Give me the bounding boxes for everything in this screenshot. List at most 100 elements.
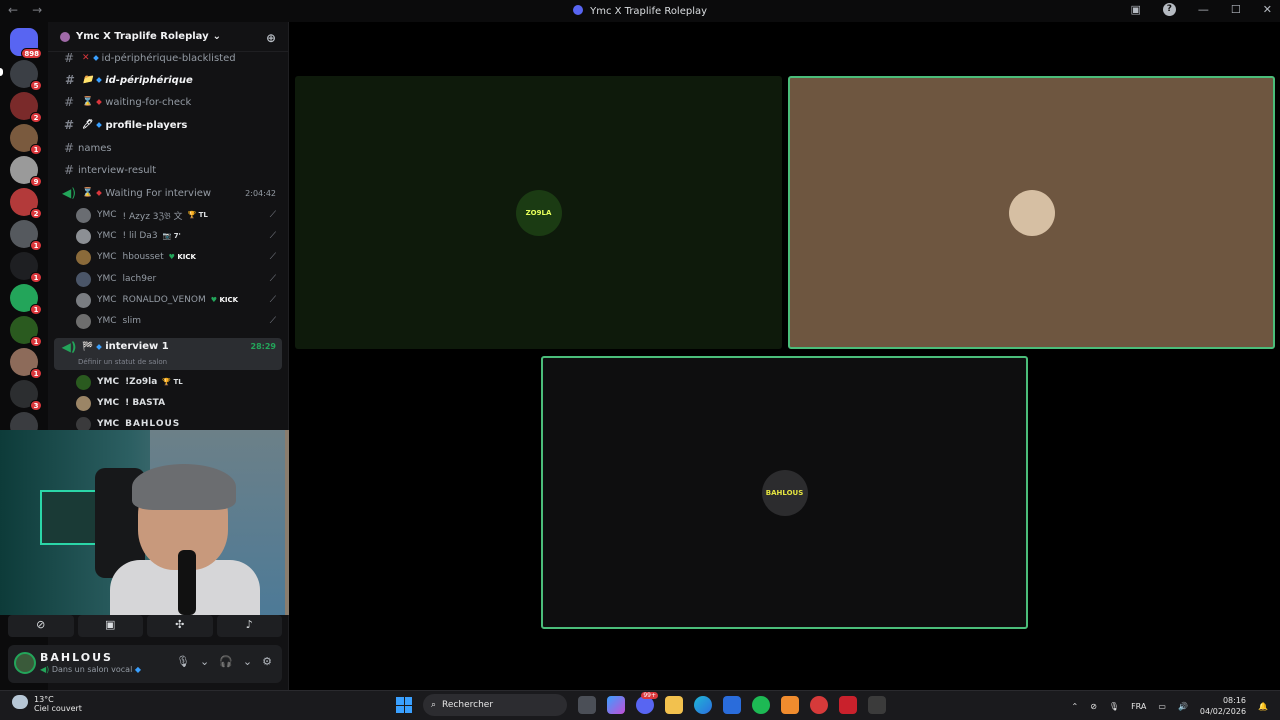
voice-controls: ⊘ ▣ ✣ ♪ xyxy=(8,615,282,637)
guild-icon[interactable]: 2 xyxy=(10,188,42,219)
language-indicator[interactable]: FRA xyxy=(1131,702,1146,711)
headphones-icon[interactable]: 🎧 xyxy=(219,655,233,668)
voice-member[interactable]: YMC RONALDO_VENOM ♥ KICK ⟋ xyxy=(76,290,282,310)
weather-widget[interactable]: 13°C Ciel couvert xyxy=(12,695,82,713)
deafened-icon: ⟋ xyxy=(269,295,276,305)
voice-channel-waiting[interactable]: ◀) ⌛ Waiting For interview 2:04:42 xyxy=(54,183,282,203)
webcam-person-cap xyxy=(132,464,236,510)
search-box[interactable]: ⌕ Rechercher xyxy=(423,694,567,716)
close-button[interactable]: ✕ xyxy=(1263,3,1272,16)
notifications-icon[interactable]: 🔔 xyxy=(1258,702,1268,711)
voice-timer: 2:04:42 xyxy=(245,188,276,198)
start-button[interactable] xyxy=(396,697,412,713)
participant-tile[interactable]: ZO9LA xyxy=(295,76,782,349)
member-tag-wrap: ♥ KICK xyxy=(211,296,238,304)
diamond-icon xyxy=(96,99,103,105)
store-icon[interactable] xyxy=(723,696,741,714)
microphone-icon[interactable]: 🎙 xyxy=(1109,702,1119,711)
avatar xyxy=(76,228,91,244)
chevron-down-icon[interactable]: ⌄ xyxy=(243,655,252,668)
guild-icon[interactable]: 2 xyxy=(10,92,42,123)
channel-name: names xyxy=(78,142,112,154)
voice-member[interactable]: YMC ! BASTA xyxy=(76,393,282,413)
participant-avatar: BAHLOUS xyxy=(761,469,808,516)
channel-item[interactable]: # names xyxy=(54,138,282,158)
guild-badge: 1 xyxy=(30,240,42,251)
taskbar-apps: ⌕ Rechercher 99+ xyxy=(396,692,886,716)
speaker-icon: ◀) xyxy=(62,186,76,200)
window-title: Ymc X Traplife Roleplay xyxy=(590,6,708,17)
camera-off-button[interactable]: ⊘ xyxy=(8,615,74,637)
app-icon[interactable] xyxy=(868,696,886,714)
copilot-icon[interactable] xyxy=(607,696,625,714)
member-prefix: YMC xyxy=(97,252,117,262)
voice-member[interactable]: YMC lach9er ⟋ xyxy=(76,269,282,289)
microphone-icon[interactable]: 🎙 xyxy=(176,655,190,668)
file-explorer-icon[interactable] xyxy=(665,696,683,714)
task-view-icon[interactable] xyxy=(578,696,596,714)
help-icon[interactable]: ? xyxy=(1162,3,1176,16)
add-member-icon[interactable]: ⊕ xyxy=(266,31,276,45)
deafened-icon: ⟋ xyxy=(269,210,276,220)
voice-channel-active[interactable]: ◀) 🏁 interview 1 28:29 Définir un statut… xyxy=(54,338,282,370)
discord-badge: 99+ xyxy=(641,692,658,699)
spotify-icon[interactable] xyxy=(752,696,770,714)
channel-item[interactable]: # ⌛ waiting-for-check xyxy=(54,92,282,112)
voice-member[interactable]: YMC ! lil Da3 📷 7' ⟋ xyxy=(76,226,282,246)
clock[interactable]: 08:16 04/02/2026 xyxy=(1200,695,1246,717)
taskbar: 13°C Ciel couvert ⌕ Rechercher 99+ ⌃ ⊘ 🎙 … xyxy=(0,690,1280,720)
guild-icon[interactable]: 1 xyxy=(10,124,42,155)
screen-share-button[interactable]: ▣ xyxy=(77,615,143,637)
hash-icon: # xyxy=(63,51,75,65)
participant-tile-speaking[interactable]: BAHLOUS xyxy=(541,356,1028,629)
guild-icon[interactable]: 1 xyxy=(10,284,42,315)
channel-item[interactable]: # ✕ id-périphérique-blacklisted xyxy=(54,48,282,68)
chevron-down-icon[interactable]: ⌄ xyxy=(200,655,209,668)
app-icon[interactable] xyxy=(839,696,857,714)
guild-icon[interactable]: 1 xyxy=(10,252,42,283)
voice-member[interactable]: YMC ! Azyz 3ℨ𝔅 文 🏆 TL ⟋ xyxy=(76,205,282,225)
activities-button[interactable]: ✣ xyxy=(147,615,213,637)
home-button[interactable]: 898 xyxy=(10,28,42,59)
volume-icon[interactable]: 🔊 xyxy=(1178,702,1188,711)
diamond-icon xyxy=(96,343,103,350)
member-prefix: YMC xyxy=(97,377,120,387)
network-icon[interactable]: ▭ xyxy=(1158,702,1166,711)
participant-tile-speaking[interactable] xyxy=(788,76,1275,349)
gear-icon[interactable]: ⚙ xyxy=(262,655,272,668)
guild-icon[interactable]: 1 xyxy=(10,220,42,251)
channel-item[interactable]: # 🖊 profile-players xyxy=(54,115,282,135)
hash-icon: # xyxy=(63,141,75,155)
avatar xyxy=(76,374,91,390)
avatar[interactable] xyxy=(14,652,36,674)
maximize-button[interactable]: ☐ xyxy=(1231,3,1241,16)
channel-item[interactable]: # interview-result xyxy=(54,160,282,180)
app-icon[interactable] xyxy=(781,696,799,714)
edge-icon[interactable] xyxy=(694,696,712,714)
inbox-icon[interactable]: ▣ xyxy=(1131,3,1141,16)
voice-member[interactable]: YMC hbousset ♥ KICK ⟋ xyxy=(76,247,282,267)
guild-icon[interactable]: 3 xyxy=(10,380,42,411)
deafened-icon: ⟋ xyxy=(269,274,276,284)
discord-icon[interactable]: 99+ xyxy=(636,692,658,714)
channel-status-hint[interactable]: Définir un statut de salon xyxy=(78,358,167,366)
wifi-off-icon[interactable]: ⊘ xyxy=(1090,702,1097,711)
guild-icon[interactable]: 5 xyxy=(10,60,42,91)
participant-avatar xyxy=(1008,189,1055,236)
guild-icon[interactable]: 9 xyxy=(10,156,42,187)
guild-badge: 3 xyxy=(30,400,42,411)
member-tag: 📷 7' xyxy=(162,232,181,240)
clock-date: 04/02/2026 xyxy=(1199,707,1247,716)
voice-member[interactable]: YMC !Zo9la 🏆 TL xyxy=(76,372,282,392)
channel-item[interactable]: # 📁 id-périphérique xyxy=(54,70,282,90)
voice-member[interactable]: YMC slim ⟋ xyxy=(76,311,282,331)
soundboard-button[interactable]: ♪ xyxy=(216,615,282,637)
guild-icon[interactable]: 1 xyxy=(10,316,42,347)
guild-icon[interactable]: 1 xyxy=(10,348,42,379)
chevron-up-icon[interactable]: ⌃ xyxy=(1072,702,1079,711)
deafened-icon: ⟋ xyxy=(269,316,276,326)
webcam-microphone xyxy=(178,550,196,615)
minimize-button[interactable]: — xyxy=(1198,3,1209,16)
app-icon[interactable] xyxy=(810,696,828,714)
channel-name: id-périphérique xyxy=(105,74,193,86)
